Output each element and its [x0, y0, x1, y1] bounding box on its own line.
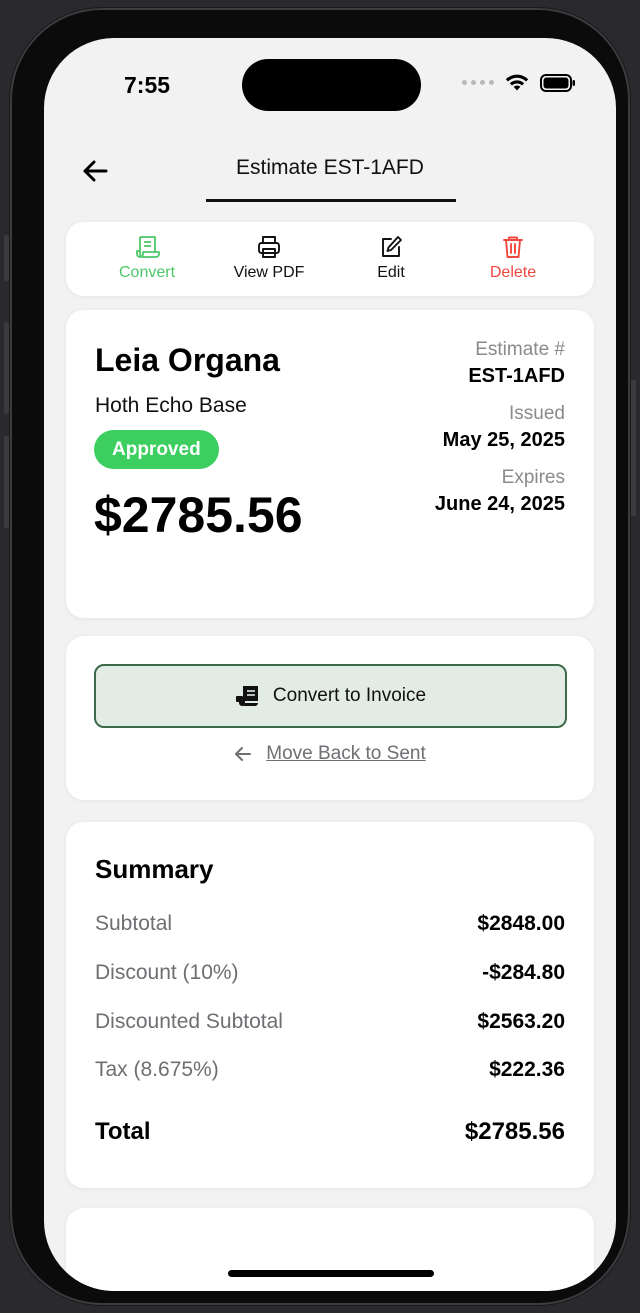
volume-down-button: [4, 436, 9, 528]
invoice-icon: [235, 686, 258, 706]
estimate-amount: $2785.56: [94, 487, 303, 543]
delete-button[interactable]: Delete: [453, 222, 573, 296]
total-value: $2785.56: [464, 1118, 565, 1145]
summary-total-row: Total $2785.56: [95, 1118, 565, 1146]
view-pdf-button[interactable]: View PDF: [209, 222, 329, 296]
client-address: Hoth Echo Base: [95, 394, 247, 417]
convert-to-invoice-label: Convert to Invoice: [272, 685, 427, 706]
summary-row-label: Discounted Subtotal: [95, 1010, 283, 1033]
edit-label: Edit: [377, 264, 405, 281]
issued-block: Issued May 25, 2025: [443, 403, 565, 452]
expires-date: June 24, 2025: [434, 493, 565, 515]
arrow-left-icon: [235, 747, 252, 761]
title-underline: [206, 199, 456, 202]
view-pdf-label: View PDF: [233, 264, 305, 281]
phone-frame: 7:55 Estimate EST-1AFD Convert View PDF …: [10, 8, 630, 1305]
expires-label: Expires: [501, 467, 565, 488]
status-icons: [462, 73, 576, 92]
convert-label: Convert: [118, 264, 176, 281]
delete-label: Delete: [489, 264, 537, 281]
issued-label: Issued: [509, 403, 565, 424]
summary-row-value: -$284.80: [482, 961, 565, 984]
page-title: Estimate EST-1AFD: [236, 156, 424, 179]
summary-row-label: Subtotal: [95, 912, 173, 935]
volume-up-button: [4, 322, 9, 414]
estimate-number: EST-1AFD: [468, 365, 565, 387]
receipt-icon: [136, 236, 160, 258]
action-toolbar: Convert View PDF Edit Delete: [66, 222, 594, 296]
status-time: 7:55: [124, 72, 171, 98]
next-section-card: [66, 1208, 594, 1291]
client-card: Leia Organa Hoth Echo Base Approved $278…: [66, 310, 594, 618]
power-button: [631, 380, 636, 516]
convert-to-invoice-button[interactable]: Convert to Invoice: [94, 664, 567, 728]
summary-row: Tax (8.675%) $222.36: [95, 1058, 565, 1082]
move-back-label: Move Back to Sent: [266, 743, 426, 764]
trash-icon: [503, 236, 523, 258]
home-indicator[interactable]: [228, 1270, 434, 1277]
action-button: [4, 235, 9, 281]
status-badge: Approved: [94, 430, 219, 469]
summary-row-value: $2848.00: [477, 912, 565, 935]
convert-button[interactable]: Convert: [87, 222, 207, 296]
client-name: Leia Organa: [95, 342, 280, 378]
summary-row-value: $2563.20: [477, 1010, 565, 1033]
printer-icon: [258, 236, 280, 258]
app-screen: 7:55 Estimate EST-1AFD Convert View PDF …: [44, 38, 616, 1291]
summary-row: Discounted Subtotal $2563.20: [95, 1010, 565, 1034]
summary-row-label: Tax (8.675%): [95, 1058, 219, 1081]
summary-row: Subtotal $2848.00: [95, 912, 565, 936]
edit-icon: [382, 236, 402, 257]
summary-row: Discount (10%) -$284.80: [95, 961, 565, 985]
summary-row-value: $222.36: [489, 1058, 565, 1081]
move-back-to-sent-link[interactable]: Move Back to Sent: [66, 743, 594, 765]
estimate-number-block: Estimate # EST-1AFD: [468, 339, 565, 388]
wifi-icon: [505, 74, 529, 91]
edit-button[interactable]: Edit: [331, 222, 451, 296]
summary-title: Summary: [95, 854, 214, 884]
estimate-number-label: Estimate #: [475, 339, 565, 360]
expires-block: Expires June 24, 2025: [435, 467, 565, 516]
summary-card: Summary Subtotal $2848.00 Discount (10%)…: [66, 822, 594, 1188]
issued-date: May 25, 2025: [442, 429, 565, 451]
total-label: Total: [95, 1118, 151, 1145]
dynamic-island: [242, 59, 421, 111]
signal-icon: [462, 80, 494, 85]
summary-row-label: Discount (10%): [95, 961, 239, 984]
battery-icon: [540, 73, 575, 92]
convert-card: Convert to Invoice Move Back to Sent: [66, 636, 594, 800]
